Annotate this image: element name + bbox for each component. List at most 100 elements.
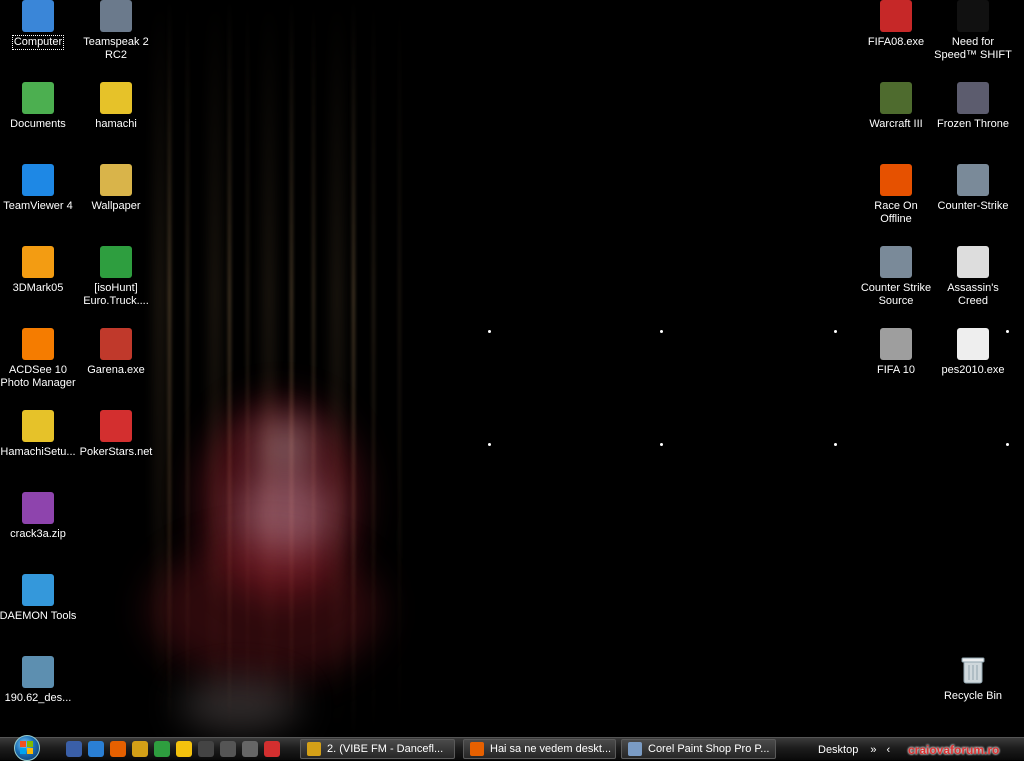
desktop-icon-hamachi-setup[interactable]: HamachiSetu... [0, 410, 77, 459]
desktop-icon-label: pes2010.exe [941, 364, 1005, 376]
desktop-icon-garena[interactable]: Garena.exe [77, 328, 155, 377]
desktop-icon-winrar-archive[interactable]: crack3a.zip [0, 492, 77, 541]
daemon-tools-icon [22, 574, 54, 606]
desktop-icon-label: FIFA08.exe [867, 36, 925, 48]
desktop-icon-utorrent[interactable]: [isoHunt] Euro.Truck.... [77, 246, 155, 308]
quick-launch-steam-icon[interactable] [198, 741, 214, 757]
desktop-toolbar-label: Desktop [818, 743, 859, 756]
teamspeak-icon [100, 0, 132, 32]
desktop-icon-fifa10[interactable]: FIFA 10 [857, 328, 935, 377]
desktop-icon-label: Computer [11, 35, 65, 50]
desktop-icon-installer[interactable]: 190.62_des... [0, 656, 77, 705]
desktop-icon-assassins-creed[interactable]: Assassin's Creed [934, 246, 1012, 308]
installer-icon [22, 656, 54, 688]
computer-icon [22, 0, 54, 32]
utorrent-icon [100, 246, 132, 278]
desktop-icon-warcraft3[interactable]: Warcraft III [857, 82, 935, 131]
quick-launch-media-player-icon[interactable] [220, 741, 236, 757]
frozen-throne-icon [957, 82, 989, 114]
quick-launch-messenger-icon[interactable] [176, 741, 192, 757]
desktop-icon-counter-strike-source[interactable]: Counter Strike Source [857, 246, 935, 308]
documents-icon [22, 82, 54, 114]
quick-launch-utorrent-icon[interactable] [154, 741, 170, 757]
quick-launch-firefox-icon[interactable] [110, 741, 126, 757]
desktop-icon-documents[interactable]: Documents [0, 82, 77, 131]
desktop-icon-label: HamachiSetu... [0, 446, 76, 458]
desktop-icon-label: 190.62_des... [4, 692, 72, 704]
desktop-icon-label: PokerStars.net [79, 446, 153, 458]
desktop-icon-daemon-tools[interactable]: DAEMON Tools [0, 574, 77, 623]
desktop-icon-label: Garena.exe [87, 364, 145, 376]
desktop-icon-label: hamachi [95, 118, 137, 130]
pokerstars-icon [100, 410, 132, 442]
desktop-icon-label: Assassin's Creed [947, 282, 999, 307]
quick-launch-internet-explorer-icon[interactable] [88, 741, 104, 757]
desktop-icon-pokerstars[interactable]: PokerStars.net [77, 410, 155, 459]
desktop-icon-computer[interactable]: Computer [0, 0, 77, 50]
taskbar-button[interactable]: 2. (VIBE FM - Dancefl... [300, 739, 455, 759]
desktop-icon-label: 3DMark05 [12, 282, 64, 294]
desktop-icon-label: Race On Offline [874, 200, 918, 225]
desktop[interactable]: Computer Documents TeamViewer 4 3DMark05 ACD… [0, 0, 1024, 737]
desktop-icon-label: Wallpaper [91, 200, 141, 212]
toolbar-expand-icon[interactable]: » [870, 744, 876, 756]
desktop-icon-fifa08[interactable]: FIFA08.exe [857, 0, 935, 49]
tray-back-arrow-icon[interactable]: ‹ [886, 744, 890, 756]
quick-launch-bar [66, 741, 280, 757]
desktop-toolbar[interactable]: Desktop » ‹ [818, 738, 890, 761]
desktop-icon-3dmark[interactable]: 3DMark05 [0, 246, 77, 295]
quick-launch-winamp-icon[interactable] [132, 741, 148, 757]
desktop-icon-label: Documents [10, 118, 66, 130]
desktop-icon-nfs-shift[interactable]: Need for Speed™ SHIFT [934, 0, 1012, 62]
quick-launch-pokerstars-icon[interactable] [264, 741, 280, 757]
counter-strike-source-icon [880, 246, 912, 278]
quick-launch-app-icon[interactable] [242, 741, 258, 757]
desktop-icon-label: Counter-Strike [937, 200, 1009, 212]
acdsee-icon [22, 328, 54, 360]
desktop-icon-label: crack3a.zip [10, 528, 66, 540]
hamachi-setup-icon [22, 410, 54, 442]
taskbar-button-label: Hai sa ne vedem deskt... [490, 743, 612, 755]
hamachi-icon [100, 82, 132, 114]
desktop-icon-label: Warcraft III [869, 118, 923, 130]
desktop-icon-teamspeak[interactable]: Teamspeak 2 RC2 [77, 0, 155, 62]
desktop-icon-label: Counter Strike Source [860, 282, 932, 307]
taskbar-button-label: Corel Paint Shop Pro P... [648, 743, 770, 755]
folder-icon [100, 164, 132, 196]
desktop-icon-race-on[interactable]: Race On Offline [857, 164, 935, 226]
start-button[interactable] [14, 734, 40, 761]
recycle-bin[interactable]: Recycle Bin [934, 654, 1012, 703]
desktop-icon-label: FIFA 10 [877, 364, 915, 376]
warcraft3-icon [880, 82, 912, 114]
desktop-icon-teamviewer[interactable]: TeamViewer 4 [0, 164, 77, 213]
desktop-icon-counter-strike[interactable]: Counter-Strike [934, 164, 1012, 213]
counter-strike-icon [957, 164, 989, 196]
taskbar-button-label: 2. (VIBE FM - Dancefl... [327, 743, 444, 755]
desktop-icon-frozen-throne[interactable]: Frozen Throne [934, 82, 1012, 131]
taskbar: 2. (VIBE FM - Dancefl... Hai sa ne vedem … [0, 734, 1024, 761]
watermark: craiovaforum.ro [908, 742, 1000, 757]
desktop-icon-label: TeamViewer 4 [3, 200, 73, 212]
fifa10-icon [880, 328, 912, 360]
quick-launch-show-desktop-icon[interactable] [66, 741, 82, 757]
taskbar-button[interactable]: Corel Paint Shop Pro P... [621, 739, 776, 759]
desktop-icon-acdsee[interactable]: ACDSee 10 Photo Manager [0, 328, 77, 390]
desktop-icon-label: Frozen Throne [937, 118, 1009, 130]
paint-shop-pro-icon [628, 742, 642, 756]
assassins-creed-icon [957, 246, 989, 278]
desktop-icon-label: Teamspeak 2 RC2 [83, 36, 149, 61]
desktop-icon-folder[interactable]: Wallpaper [77, 164, 155, 213]
desktop-icon-label: Need for Speed™ SHIFT [934, 36, 1012, 61]
pes2010-icon [957, 328, 989, 360]
desktop-icon-label: DAEMON Tools [0, 610, 77, 622]
desktop-icon-label: ACDSee 10 Photo Manager [0, 364, 76, 389]
desktop-icon-pes2010[interactable]: pes2010.exe [934, 328, 1012, 377]
nfs-shift-icon [957, 0, 989, 32]
desktop-icon-hamachi[interactable]: hamachi [77, 82, 155, 131]
taskbar-button[interactable]: Hai sa ne vedem deskt... [463, 739, 616, 759]
3dmark-icon [22, 246, 54, 278]
teamviewer-icon [22, 164, 54, 196]
windows-logo-icon [20, 740, 33, 754]
recycle-bin-icon [957, 654, 989, 686]
fifa08-icon [880, 0, 912, 32]
